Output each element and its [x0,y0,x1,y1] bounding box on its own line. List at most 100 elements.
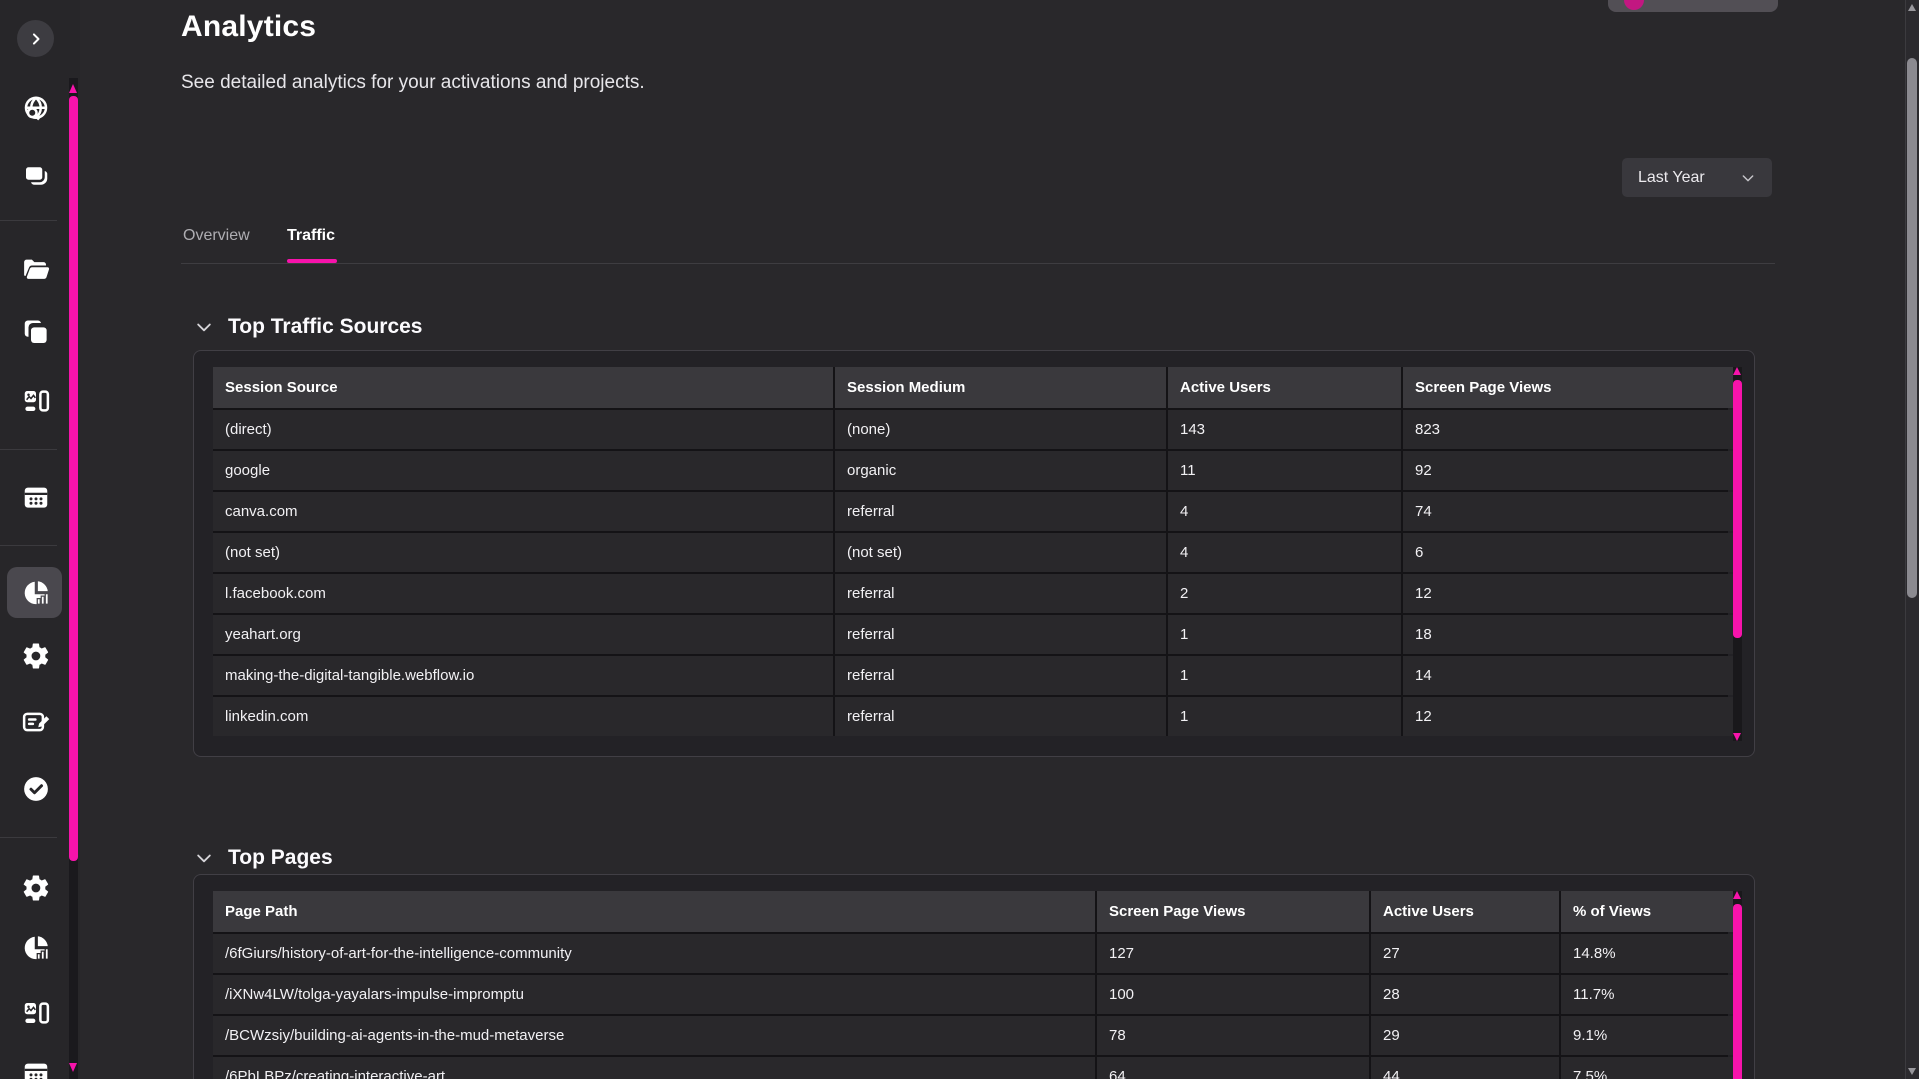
table-cell: 1 [1168,656,1401,695]
table-cell: 1 [1168,615,1401,654]
devices-icon [21,386,51,416]
sidebar-item-analytics[interactable] [21,578,51,608]
calendar-icon [21,482,51,512]
tab-traffic[interactable]: Traffic [287,227,335,245]
sidebar-scroll-up-arrow[interactable] [69,84,77,93]
column-header-screen-page-views[interactable]: Screen Page Views [1097,891,1369,932]
table-cell: 64 [1097,1057,1369,1079]
window-scroll-up-arrow[interactable] [1908,4,1916,11]
table-cell: 11.7% [1561,975,1734,1014]
sidebar-divider [0,449,57,450]
table-scroll-up-arrow[interactable] [1733,367,1741,375]
table-cell: 29 [1371,1016,1559,1055]
sidebar-item-screens[interactable] [21,386,51,416]
sidebar-item-settings-secondary[interactable] [21,873,51,903]
table-cell: /BCWzsiy/building-ai-agents-in-the-mud-m… [213,1016,1095,1055]
edit-card-icon [21,707,51,737]
table-scroll-up-arrow[interactable] [1733,891,1741,899]
sidebar-item-analytics-secondary[interactable] [21,933,51,963]
table-cell: /iXNw4LW/tolga-yayalars-impulse-imprompt… [213,975,1095,1014]
table-cell: 9.1% [1561,1016,1734,1055]
table-cell: /6fGiurs/history-of-art-for-the-intellig… [213,934,1095,973]
table-cell: 1 [1168,697,1401,736]
gear-icon [21,641,51,671]
column-header-screen-page-views[interactable]: Screen Page Views [1403,367,1734,408]
table-cell: 14.8% [1561,934,1734,973]
table-scroll-down-arrow[interactable] [1733,733,1741,741]
section-toggle-traffic-sources[interactable]: Top Traffic Sources [194,312,423,342]
sidebar-divider [0,837,57,838]
column-header--of-views[interactable]: % of Views [1561,891,1734,932]
top-pages-card: Page PathScreen Page ViewsActive Users% … [193,874,1755,1079]
window-scrollbar-thumb[interactable] [1907,58,1917,598]
table-cell: 14 [1403,656,1734,695]
table-cell: 823 [1403,410,1734,449]
table-cell: yeahart.org [213,615,833,654]
table-cell: 127 [1097,934,1369,973]
table-cell: 92 [1403,451,1734,490]
top-pages-table: Page PathScreen Page ViewsActive Users% … [213,891,1728,1079]
sidebar [0,0,80,1079]
table-cell: referral [835,492,1166,531]
table-cell: 18 [1403,615,1734,654]
folder-open-icon [21,254,51,284]
tab-divider [181,263,1775,264]
sidebar-scroll-down-arrow[interactable] [69,1063,77,1072]
avatar[interactable] [1624,0,1644,10]
date-range-dropdown[interactable]: Last Year [1622,158,1772,197]
column-header-page-path[interactable]: Page Path [213,891,1095,932]
column-header-session-medium[interactable]: Session Medium [835,367,1166,408]
sidebar-divider [0,545,57,546]
table-scrollbar-thumb[interactable] [1733,904,1742,1079]
table-cell: 74 [1403,492,1734,531]
table-cell: 28 [1371,975,1559,1014]
sidebar-item-screens-secondary[interactable] [21,998,51,1028]
table-cell: 100 [1097,975,1369,1014]
traffic-sources-table: Session SourceSession MediumActive Users… [213,367,1728,736]
section-title: Top Traffic Sources [228,315,423,339]
page-subtitle: See detailed analytics for your activati… [181,72,645,94]
sidebar-item-content[interactable] [21,707,51,737]
window-scroll-down-arrow[interactable] [1908,1068,1916,1075]
column-header-active-users[interactable]: Active Users [1371,891,1559,932]
column-header-session-source[interactable]: Session Source [213,367,833,408]
table-cell: 4 [1168,492,1401,531]
sidebar-item-schedule-secondary[interactable] [21,1058,51,1079]
table-scrollbar-thumb[interactable] [1733,380,1742,638]
table-cell: 27 [1371,934,1559,973]
chevron-down-icon [1740,170,1756,186]
analytics-page: Analytics See detailed analytics for you… [0,0,1919,1079]
section-toggle-top-pages[interactable]: Top Pages [194,843,333,873]
sidebar-scrollbar-thumb[interactable] [69,96,78,861]
table-cell: 11 [1168,451,1401,490]
sidebar-item-projects[interactable] [21,254,51,284]
table-scrollbar [1733,367,1742,741]
copy-icon [21,318,51,348]
sidebar-item-schedule[interactable] [21,482,51,512]
table-cell: 12 [1403,697,1734,736]
sidebar-item-settings[interactable] [21,641,51,671]
chevron-down-icon [194,317,214,337]
tab-overview[interactable]: Overview [183,227,250,245]
table-cell: 44 [1371,1057,1559,1079]
table-cell: 78 [1097,1016,1369,1055]
sidebar-expand-button[interactable] [17,20,54,57]
sidebar-item-library[interactable] [21,318,51,348]
table-cell: 6 [1403,533,1734,572]
sidebar-item-approvals[interactable] [21,774,51,804]
sidebar-item-discover[interactable] [21,94,51,124]
table-cell: linkedin.com [213,697,833,736]
page-title: Analytics [181,10,316,44]
section-title: Top Pages [228,846,333,870]
table-cell: 2 [1168,574,1401,613]
sidebar-divider [0,220,57,221]
sidebar-item-activations[interactable] [21,161,51,191]
table-cell: (not set) [213,533,833,572]
globe-search-icon [21,94,51,124]
table-cell: organic [835,451,1166,490]
pie-chart-icon [21,578,51,608]
table-cell: making-the-digital-tangible.webflow.io [213,656,833,695]
stacked-cards-icon [21,161,51,191]
column-header-active-users[interactable]: Active Users [1168,367,1401,408]
devices-icon [21,998,51,1028]
